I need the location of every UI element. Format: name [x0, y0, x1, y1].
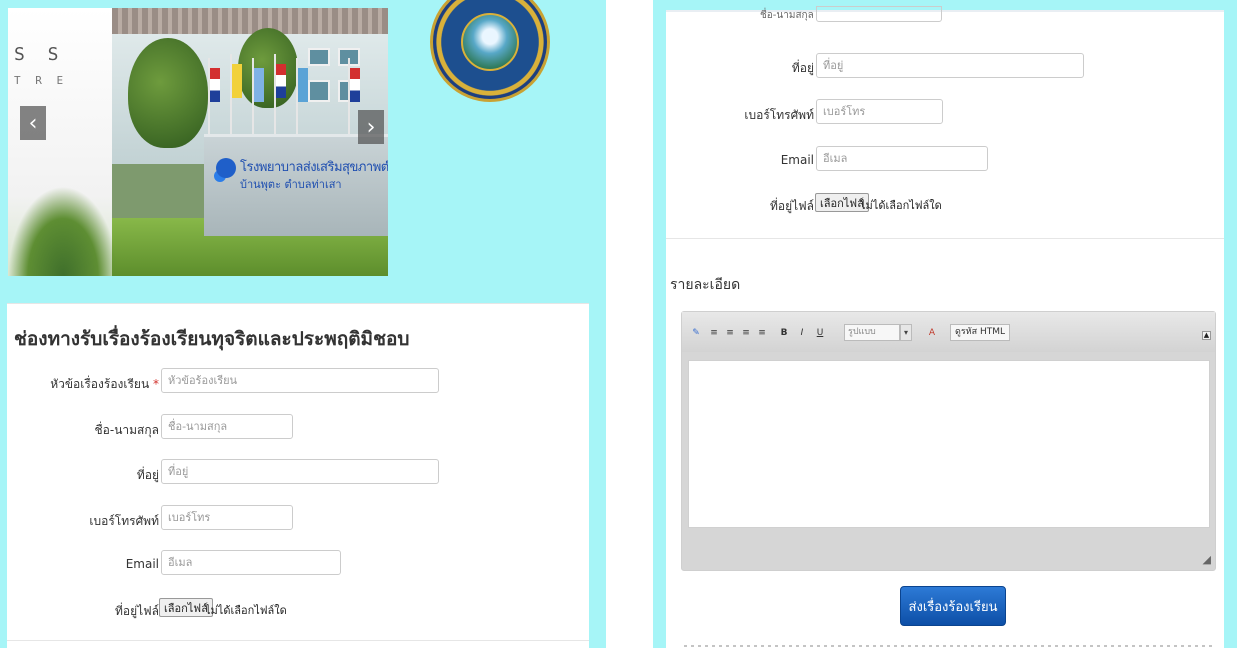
- flag: [298, 68, 308, 102]
- slide-roof: [112, 8, 388, 34]
- image-slider: โรงพยาบาลส่งเสริมสุขภาพตำบล บ้านพุตะ ตำบ…: [8, 8, 388, 276]
- chevron-down-icon[interactable]: ▾: [900, 324, 912, 341]
- eraser-icon[interactable]: ✎: [690, 325, 702, 341]
- flag: [232, 64, 242, 98]
- slider-prev-button[interactable]: ‹: [20, 106, 46, 140]
- italic-button[interactable]: I: [796, 325, 808, 341]
- fern-plant: [8, 186, 118, 276]
- file-label: ที่อยู่ไฟล์: [114, 604, 159, 618]
- align-center-icon[interactable]: ≡: [724, 325, 736, 341]
- toolbar-collapse-icon[interactable]: ▲: [1202, 331, 1211, 340]
- address-input[interactable]: [816, 53, 1084, 78]
- complaint-form-card: ช่องทางรับเรื่องร้องเรียนทุจริตและประพฤต…: [7, 303, 589, 648]
- flag: [210, 68, 220, 102]
- align-right-icon[interactable]: ≡: [740, 325, 752, 341]
- phone-label: เบอร์โทรศัพท์: [744, 108, 814, 122]
- editor-toolbar: ✎ ≡ ≡ ≡ ≡ B I U รูปแบบ ▾ A ดูรหัส HTML ▲: [682, 312, 1215, 352]
- name-input[interactable]: [161, 414, 293, 439]
- underline-button[interactable]: U: [814, 325, 826, 341]
- phone-label: เบอร์โทรศัพท์: [89, 514, 159, 528]
- phone-input[interactable]: [161, 505, 293, 530]
- address-label: ที่อยู่: [791, 61, 814, 75]
- flag: [254, 68, 264, 102]
- tree: [238, 28, 298, 108]
- flag: [350, 68, 360, 102]
- footer-text-cut: [684, 645, 1214, 647]
- form-title: ช่องทางรับเรื่องร้องเรียนทุจริตและประพฤต…: [14, 328, 410, 350]
- required-marker: *: [153, 377, 159, 391]
- font-format-select[interactable]: รูปแบบ: [844, 324, 900, 341]
- view-html-button[interactable]: ดูรหัส HTML: [950, 324, 1011, 341]
- divider: [7, 640, 589, 641]
- name-input-cut[interactable]: [816, 6, 942, 22]
- submit-complaint-button[interactable]: ส่งเรื่องร้องเรียน: [900, 586, 1006, 626]
- phone-input[interactable]: [816, 99, 943, 124]
- right-panel: ชื่อ-นามสกุล ที่อยู่ เบอร์โทรศัพท์ Email…: [653, 0, 1237, 648]
- email-input[interactable]: [816, 146, 988, 171]
- file-label: ที่อยู่ไฟล์: [769, 199, 814, 213]
- complaint-form-card-continued: ชื่อ-นามสกุล ที่อยู่ เบอร์โทรศัพท์ Email…: [666, 6, 1224, 648]
- file-status: ไม่ได้เลือกไฟล์ใด: [860, 199, 942, 212]
- building-window: [308, 48, 330, 66]
- resize-handle-icon[interactable]: ◢: [1203, 553, 1211, 566]
- left-panel: โรงพยาบาลส่งเสริมสุขภาพตำบล บ้านพุตะ ตำบ…: [0, 0, 606, 648]
- detail-heading: รายละเอียด: [670, 277, 741, 293]
- hospital-logo-icon: [216, 158, 236, 178]
- building-window: [308, 80, 330, 102]
- divider: [666, 238, 1224, 239]
- text-color-button[interactable]: A: [922, 325, 942, 341]
- tree: [128, 38, 208, 148]
- align-justify-icon[interactable]: ≡: [756, 325, 768, 341]
- bold-button[interactable]: B: [778, 325, 790, 341]
- subject-label: หัวข้อเรื่องร้องเรียน *: [50, 375, 159, 394]
- flag: [276, 64, 286, 98]
- name-label: ชื่อ-นามสกุล: [94, 423, 159, 437]
- name-label-cut: ชื่อ-นามสกุล: [760, 10, 814, 21]
- email-label: Email: [780, 153, 814, 167]
- slider-next-button[interactable]: ›: [358, 110, 384, 144]
- district-emblem-logo: [430, 0, 550, 102]
- align-left-icon[interactable]: ≡: [708, 325, 720, 341]
- strip-text: T R E: [14, 74, 68, 87]
- email-label: Email: [125, 557, 159, 571]
- sign-subtitle: บ้านพุตะ ตำบลท่าเสา: [240, 178, 342, 191]
- sign-title: โรงพยาบาลส่งเสริมสุขภาพตำบล: [240, 160, 388, 175]
- strip-text: S S: [14, 44, 65, 65]
- emblem-waterfall: [461, 13, 519, 71]
- subject-label-text: หัวข้อเรื่องร้องเรียน: [50, 377, 150, 391]
- rich-text-editor: ✎ ≡ ≡ ≡ ≡ B I U รูปแบบ ▾ A ดูรหัส HTML ▲…: [681, 311, 1216, 571]
- subject-input[interactable]: [161, 368, 439, 393]
- editor-text-area[interactable]: [688, 360, 1210, 528]
- email-input[interactable]: [161, 550, 341, 575]
- file-status: ไม่ได้เลือกไฟล์ใด: [205, 604, 287, 617]
- address-label: ที่อยู่: [136, 468, 159, 482]
- address-input[interactable]: [161, 459, 439, 484]
